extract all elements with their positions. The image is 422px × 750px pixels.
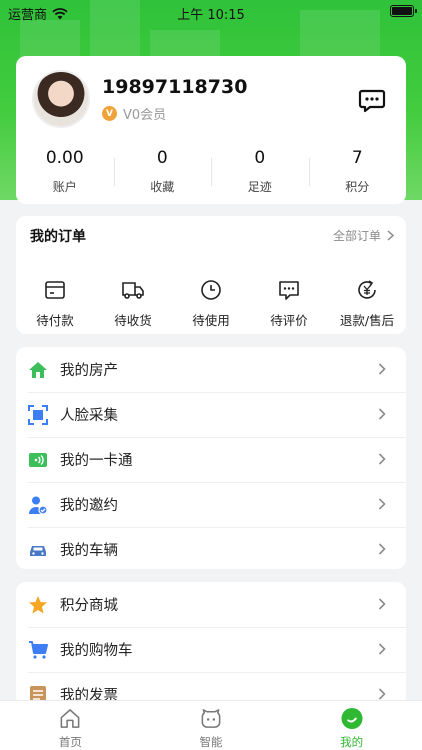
tab-label: 首页 xyxy=(58,735,82,749)
menu-item-vehicle[interactable]: 我的车辆 xyxy=(16,527,406,572)
chevron-right-icon xyxy=(378,453,386,465)
chevron-right-icon xyxy=(378,543,386,555)
shopping-menu: 积分商城 我的购物车 我的发票 xyxy=(16,582,406,706)
member-level-label: V0会员 xyxy=(123,108,167,123)
order-status-row: 待付款 待收货 待使用 待评价 退款/售后 xyxy=(16,278,406,329)
chevron-right-icon xyxy=(378,688,386,700)
chevron-right-icon xyxy=(378,498,386,510)
bottom-tab-bar: 首页 智能 我的 xyxy=(0,700,422,750)
order-label: 待收货 xyxy=(114,313,152,328)
chevron-right-icon xyxy=(387,230,394,241)
user-phone: 19897118730 xyxy=(102,76,248,98)
menu-item-label: 人脸采集 xyxy=(60,408,118,424)
chevron-right-icon xyxy=(378,408,386,420)
order-label: 待评价 xyxy=(270,313,308,328)
order-label: 待付款 xyxy=(36,313,74,328)
stat-value: 0 xyxy=(254,148,266,168)
house-icon xyxy=(29,361,47,378)
stat-value: 0.00 xyxy=(45,148,84,168)
stat-value: 0 xyxy=(156,148,168,168)
smart-icon xyxy=(201,709,221,728)
all-orders-label: 全部订单 xyxy=(332,229,381,243)
battery-icon xyxy=(390,5,417,17)
status-bar: 运营商 上午 10:15 xyxy=(0,0,422,24)
chevron-right-icon xyxy=(378,363,386,375)
avatar[interactable] xyxy=(32,70,90,128)
cart-icon xyxy=(29,640,48,659)
refund-icon xyxy=(358,280,376,299)
vip-badge-icon: V xyxy=(102,106,117,121)
stat-value: 7 xyxy=(351,148,363,168)
wallet-icon xyxy=(45,281,65,299)
stat-account[interactable]: 0.00 账户 xyxy=(16,148,114,198)
stat-label: 收藏 xyxy=(150,180,175,194)
stat-label: 积分 xyxy=(345,180,370,194)
menu-item-label: 我的邀约 xyxy=(60,498,118,514)
menu-item-label: 我的一卡通 xyxy=(60,453,133,469)
comment-icon xyxy=(279,281,299,300)
all-orders-link[interactable]: 全部订单 xyxy=(333,227,394,244)
orders-card: 我的订单 全部订单 待付款 待收货 待使用 待评价 退款/售后 xyxy=(16,216,406,334)
menu-item-card[interactable]: 我的一卡通 xyxy=(16,437,406,482)
stat-favorites[interactable]: 0 收藏 xyxy=(113,148,212,198)
face-scan-icon xyxy=(28,404,48,425)
truck-icon xyxy=(122,282,144,299)
tab-home[interactable]: 首页 xyxy=(0,701,141,750)
menu-item-points-mall[interactable]: 积分商城 xyxy=(16,582,406,627)
clock-icon xyxy=(201,280,221,300)
tab-label: 我的 xyxy=(340,735,364,749)
menu-item-cart[interactable]: 我的购物车 xyxy=(16,627,406,672)
message-icon[interactable] xyxy=(358,86,386,114)
chevron-right-icon xyxy=(378,643,386,655)
stats-row: 0.00 账户 0 收藏 0 足迹 7 积分 xyxy=(16,148,406,198)
menu-item-invitation[interactable]: 我的邀约 xyxy=(16,482,406,527)
menu-item-label: 积分商城 xyxy=(60,598,118,614)
tab-label: 智能 xyxy=(199,735,223,749)
order-refund[interactable]: 退款/售后 xyxy=(328,278,406,329)
order-pending-use[interactable]: 待使用 xyxy=(172,278,250,329)
stat-label: 足迹 xyxy=(247,180,272,194)
home-icon xyxy=(60,709,80,728)
order-label: 退款/售后 xyxy=(339,313,395,328)
orders-title: 我的订单 xyxy=(30,229,86,245)
order-pending-payment[interactable]: 待付款 xyxy=(16,278,94,329)
menu-item-label: 我的房产 xyxy=(60,363,118,379)
order-pending-receipt[interactable]: 待收货 xyxy=(94,278,172,329)
stat-footprints[interactable]: 0 足迹 xyxy=(211,148,309,198)
menu-item-label: 我的车辆 xyxy=(60,543,118,559)
chevron-right-icon xyxy=(378,598,386,610)
menu-item-label: 我的购物车 xyxy=(60,643,133,659)
car-icon xyxy=(30,545,46,556)
stat-points[interactable]: 7 积分 xyxy=(308,148,407,198)
status-time: 上午 10:15 xyxy=(177,8,245,23)
member-level[interactable]: V V0会员 xyxy=(102,104,166,123)
tab-smart[interactable]: 智能 xyxy=(141,701,282,750)
tab-mine[interactable]: 我的 xyxy=(281,701,422,750)
star-icon xyxy=(29,595,47,613)
menu-item-property[interactable]: 我的房产 xyxy=(16,347,406,392)
profile-card: 19897118730 V V0会员 0.00 账户 0 收藏 0 足迹 7 积… xyxy=(16,56,406,204)
services-menu: 我的房产 人脸采集 我的一卡通 我的邀约 我的车辆 xyxy=(16,347,406,569)
order-pending-review[interactable]: 待评价 xyxy=(250,278,328,329)
user-invite-icon xyxy=(29,496,48,515)
stat-label: 账户 xyxy=(52,180,77,194)
menu-item-face-capture[interactable]: 人脸采集 xyxy=(16,392,406,437)
profile-icon xyxy=(341,707,363,730)
nfc-card-icon xyxy=(29,452,47,467)
order-label: 待使用 xyxy=(192,313,230,328)
